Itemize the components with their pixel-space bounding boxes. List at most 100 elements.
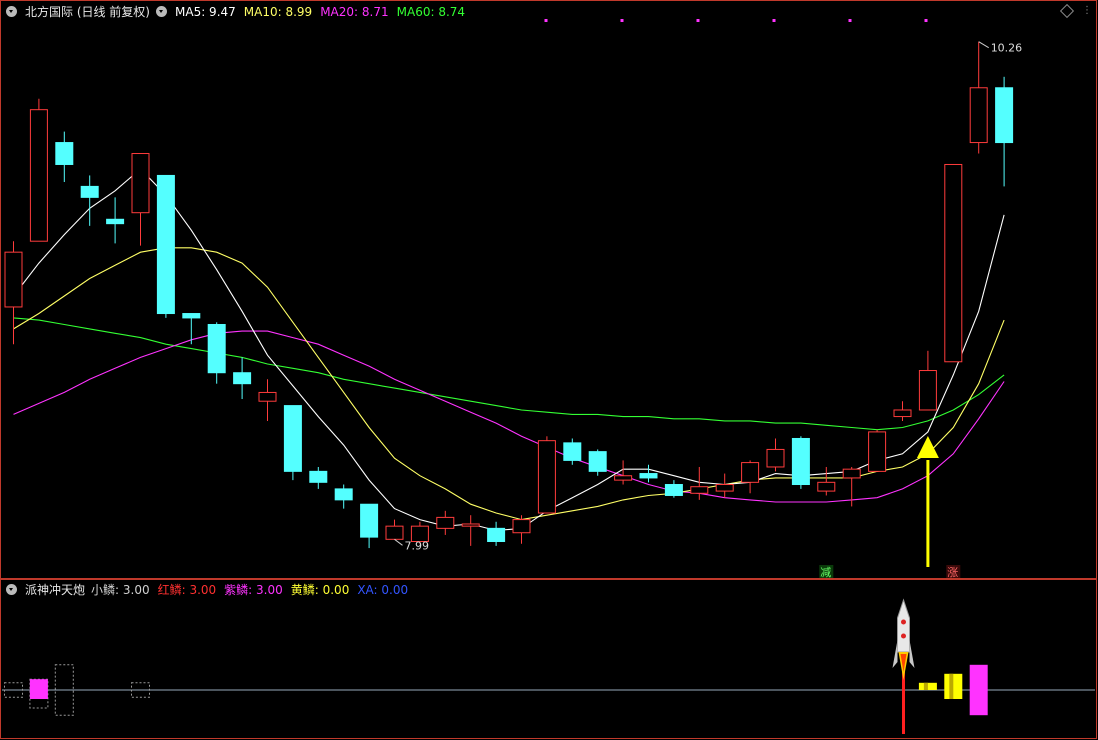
stock-title: 北方国际 (日线 前复权)	[25, 5, 150, 19]
indicator-bar-stripe	[949, 673, 954, 699]
candle	[258, 379, 277, 421]
candle	[817, 466, 836, 496]
candle-body	[537, 440, 556, 514]
high-label-leader	[978, 41, 989, 49]
rocket-fin-right	[909, 640, 915, 668]
candle	[106, 197, 125, 244]
candle-body	[233, 372, 252, 385]
candle-body	[207, 323, 226, 374]
candle-body	[614, 475, 633, 481]
candle-body	[868, 431, 887, 472]
main-header: 北方国际 (日线 前复权) MA5: 9.47 MA10: 8.99 MA20: 8.…	[6, 3, 473, 20]
indicator-item-0: 小鳞: 3.00	[91, 583, 150, 597]
candle	[436, 510, 455, 535]
candle	[766, 438, 785, 472]
candle	[360, 503, 379, 549]
indicator-header: 派神冲天炮 小鳞: 3.00 红鳞: 3.00 紫鳞: 3.00 黄鳞: 0.00 XA:…	[6, 581, 416, 598]
candle	[588, 449, 607, 476]
candle-body	[766, 448, 785, 468]
candle	[664, 480, 683, 498]
candle-body	[893, 409, 912, 418]
candle-body	[487, 527, 506, 543]
candle	[309, 466, 328, 489]
candle	[944, 163, 963, 363]
indicator-bar	[969, 664, 988, 716]
candle-body	[131, 153, 150, 214]
candle-body	[969, 87, 988, 144]
candle	[461, 515, 480, 546]
candle-body	[360, 503, 379, 538]
candle	[487, 521, 506, 546]
candle	[791, 436, 810, 489]
candle	[4, 241, 23, 345]
dropdown-icon[interactable]	[6, 6, 17, 17]
candle-body	[385, 525, 404, 540]
ma60-line	[13, 317, 1005, 431]
top-marker-5	[924, 19, 928, 22]
candle	[156, 174, 175, 318]
candle	[334, 484, 353, 509]
candle	[207, 322, 226, 384]
indicator-item-3: 黄鳞: 0.00	[290, 583, 350, 597]
candle-body	[182, 313, 201, 319]
candle-body	[106, 218, 125, 225]
candle-body	[258, 391, 277, 402]
candle-body	[741, 462, 760, 483]
ma10-readout: MA10: 8.99	[243, 5, 313, 19]
candle-body	[283, 405, 302, 472]
rocket-fin-left	[892, 640, 898, 668]
high-label: 10.26	[991, 42, 1023, 55]
candle	[233, 357, 252, 400]
candle-body	[690, 486, 709, 494]
candle-body	[334, 488, 353, 501]
rocket-body	[897, 598, 910, 653]
candle	[918, 350, 937, 411]
candle	[512, 515, 531, 544]
candle-body	[156, 174, 175, 315]
candle-body	[791, 437, 810, 486]
indicator-dropdown-icon[interactable]	[6, 584, 17, 595]
candle	[741, 460, 760, 494]
low-label-leader	[394, 538, 403, 546]
candle	[969, 41, 988, 154]
indicator-item-1: 红鳞: 3.00	[157, 583, 217, 597]
candle-body	[715, 484, 734, 492]
candle-body	[80, 185, 99, 198]
top-marker-4	[848, 19, 852, 22]
candle-body	[918, 370, 937, 411]
candle	[29, 98, 48, 242]
indicator-item-4: XA: 0.00	[357, 583, 409, 597]
scroll-icon[interactable]: ⋮	[1082, 6, 1092, 16]
candle-body	[944, 163, 963, 363]
candle-body	[309, 470, 328, 483]
candle-body	[639, 473, 658, 479]
candle-body	[55, 142, 74, 165]
candle-body	[436, 516, 455, 529]
candle-body	[817, 481, 836, 492]
candle-body	[563, 442, 582, 461]
signal-arrow-head	[916, 436, 939, 458]
candle-body	[842, 468, 861, 479]
stock-chart: 10.26 7.99 减 涨	[0, 0, 1097, 739]
candle	[893, 401, 912, 421]
indicator-title: 派神冲天炮	[25, 583, 86, 597]
ma20-readout: MA20: 8.71	[320, 5, 389, 19]
ma5-readout: MA5: 9.47	[175, 5, 236, 19]
top-marker-1	[620, 19, 624, 22]
candle	[690, 466, 709, 500]
candle	[80, 175, 99, 226]
candle	[639, 464, 658, 483]
ma60-readout: MA60: 8.74	[396, 5, 466, 19]
candle	[55, 131, 74, 183]
candle-body	[29, 109, 48, 242]
candle	[182, 313, 201, 345]
candle-body	[512, 519, 531, 534]
top-marker-0	[544, 19, 548, 22]
reduce-label: 减	[820, 566, 831, 579]
rocket-window	[901, 619, 906, 625]
ma-dropdown-icon[interactable]	[156, 6, 167, 17]
top-marker-3	[772, 19, 776, 22]
candle-body	[4, 251, 23, 308]
candle	[995, 76, 1014, 187]
indicator-panel-frame	[0, 579, 1097, 739]
